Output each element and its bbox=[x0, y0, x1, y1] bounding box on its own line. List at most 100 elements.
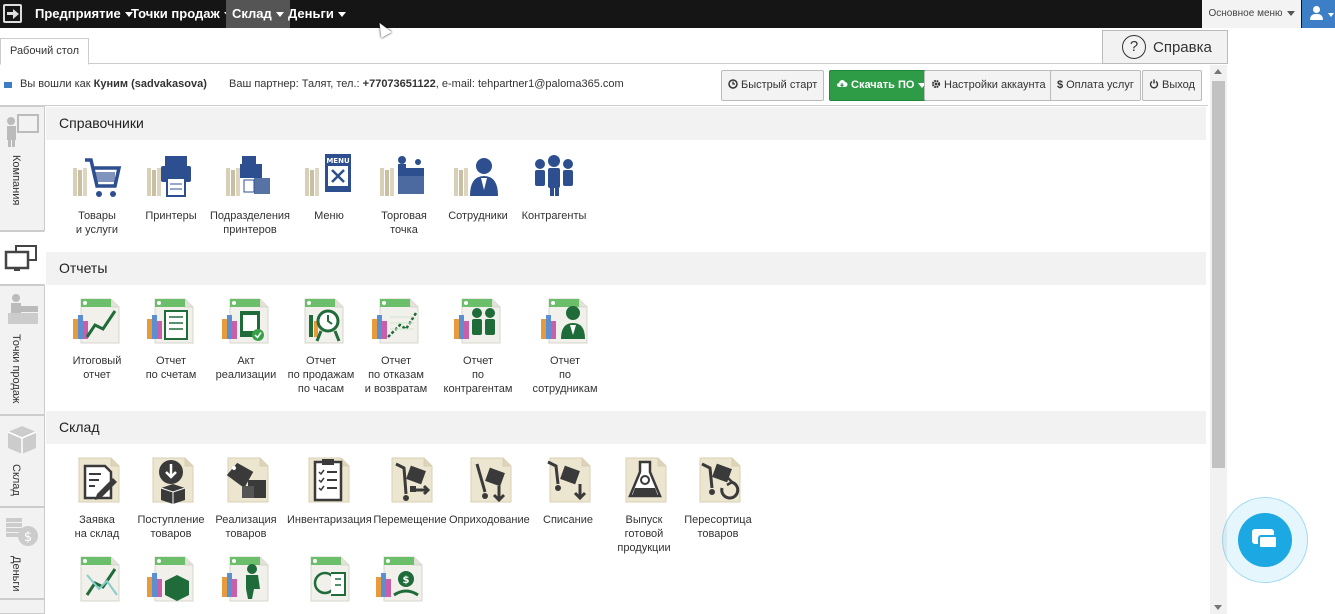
report-tile-label: Отчет по продажам по часам bbox=[287, 355, 355, 395]
sales-act-icon bbox=[222, 298, 269, 344]
question-icon: ? bbox=[1122, 35, 1146, 59]
report-tile[interactable]: Отчет по сотрудникам bbox=[525, 297, 605, 396]
reference-tile-label: Сотрудники bbox=[448, 210, 508, 222]
warehouse-tile[interactable]: Поступление товаров bbox=[131, 456, 211, 541]
regrading-icon bbox=[699, 457, 741, 503]
gear-icon bbox=[931, 79, 941, 89]
tab-desktop[interactable]: Рабочий стол bbox=[0, 38, 89, 65]
warehouse-tile[interactable]: Оприходование bbox=[449, 456, 530, 527]
user-menu-button[interactable] bbox=[1302, 0, 1335, 28]
transfer-icon bbox=[391, 457, 433, 503]
tab-bar: Рабочий стол bbox=[0, 28, 1228, 65]
reference-tile[interactable]: Подразделения принтеров bbox=[210, 152, 290, 237]
nav-sales-points[interactable]: Точки продаж bbox=[125, 0, 238, 28]
nav-warehouse[interactable]: Склад bbox=[226, 0, 290, 28]
movement-report-icon bbox=[80, 556, 120, 602]
reference-tile[interactable]: Торговая точка bbox=[364, 152, 444, 237]
sidebar-item-money[interactable]: $ Деньги bbox=[0, 507, 45, 599]
report-tile[interactable]: Отчет по контрагентам bbox=[438, 297, 518, 396]
report-tile[interactable]: Итоговый отчет bbox=[57, 297, 137, 382]
warehouse-tile-label: Списание bbox=[543, 514, 593, 526]
write-off-icon bbox=[547, 457, 591, 503]
warehouse-tile[interactable]: $ bbox=[360, 555, 440, 606]
scroll-down-icon[interactable] bbox=[1214, 605, 1222, 610]
cashier-icon bbox=[8, 294, 38, 324]
warehouse-tile-label: Инвентаризация bbox=[287, 514, 372, 526]
chat-bubble-icon-back bbox=[1258, 535, 1278, 549]
main-menu-button[interactable]: Основное меню bbox=[1202, 0, 1301, 28]
account-icon bbox=[4, 82, 12, 88]
warehouse-tile[interactable] bbox=[206, 555, 286, 606]
sales-point-icon bbox=[380, 156, 424, 196]
logout-button[interactable]: Выход bbox=[1142, 70, 1202, 101]
power-icon bbox=[1149, 79, 1159, 89]
reference-tile-label: Товары и услуги bbox=[75, 210, 119, 236]
reference-tile-label: Контрагенты bbox=[521, 210, 587, 222]
warehouse-tile[interactable]: Выпуск готовой продукции bbox=[604, 456, 684, 555]
svg-text:MENU: MENU bbox=[326, 157, 350, 165]
reference-tile-label: Меню bbox=[314, 210, 344, 222]
stock-balance-icon bbox=[147, 556, 194, 602]
sidebar-item-desktop[interactable] bbox=[0, 231, 45, 285]
box-icon bbox=[7, 426, 37, 454]
reference-tile[interactable]: Принтеры bbox=[131, 152, 211, 223]
top-navbar: Предприятие Точки продаж Склад Деньги Ос… bbox=[0, 0, 1335, 28]
warehouse-tile[interactable]: Пересортица товаров bbox=[678, 456, 758, 541]
report-tile-label: Итоговый отчет bbox=[72, 355, 122, 381]
chevron-down-icon bbox=[1286, 10, 1295, 16]
sidebar-item-sales-points[interactable]: Точки продаж bbox=[0, 285, 45, 415]
info-bar: Вы вошли как Куним (sadvakasova) Ваш пар… bbox=[0, 65, 1208, 105]
report-tile[interactable]: Отчет по счетам bbox=[131, 297, 211, 382]
chat-button[interactable] bbox=[1238, 513, 1292, 567]
warehouse-tile[interactable]: Перемещение bbox=[370, 456, 450, 527]
report-tile[interactable]: Отчет по продажам по часам bbox=[281, 297, 361, 396]
enter-icon[interactable] bbox=[3, 4, 22, 23]
quick-start-button[interactable]: Быстрый старт bbox=[721, 70, 825, 101]
goods-sale-icon bbox=[226, 457, 269, 503]
clock-icon bbox=[728, 79, 738, 89]
scroll-thumb[interactable] bbox=[1212, 81, 1225, 468]
report-tile[interactable]: Отчет по отказам и возвратам bbox=[356, 297, 436, 396]
help-button[interactable]: ? Справка bbox=[1102, 30, 1228, 64]
nav-enterprise[interactable]: Предприятие bbox=[29, 0, 139, 28]
inventory-icon bbox=[308, 457, 350, 503]
warehouse-tile[interactable]: Реализация товаров bbox=[206, 456, 286, 541]
reference-tile[interactable]: Контрагенты bbox=[514, 152, 594, 223]
warehouse-tile[interactable] bbox=[57, 555, 137, 606]
warehouse-tile[interactable]: Списание bbox=[528, 456, 608, 527]
stock-request-icon bbox=[78, 457, 120, 503]
menu-icon: MENU bbox=[305, 154, 351, 196]
chevron-down-icon bbox=[1328, 13, 1334, 17]
download-software-button[interactable]: Скачать ПО bbox=[829, 70, 934, 101]
employees-report-icon bbox=[541, 298, 588, 344]
contractors-icon bbox=[535, 155, 573, 196]
user-icon bbox=[1313, 6, 1320, 13]
sidebar-item-more[interactable] bbox=[0, 599, 45, 614]
reference-tile[interactable]: Сотрудники bbox=[438, 152, 518, 223]
partner-info: Ваш партнер: Талят, тел.: +77073651122, … bbox=[229, 78, 624, 90]
report-tile[interactable]: Акт реализации bbox=[206, 297, 286, 382]
scroll-up-icon[interactable] bbox=[1214, 69, 1222, 74]
warehouse-tile-label: Оприходование bbox=[449, 514, 530, 526]
warehouse-tile[interactable]: Заявка на склад bbox=[57, 456, 137, 541]
cloud-download-icon bbox=[837, 80, 848, 88]
sidebar-item-company[interactable]: Компания bbox=[0, 106, 45, 231]
reference-tile[interactable]: MENU Меню bbox=[289, 152, 369, 223]
warehouse-tile-label: Заявка на склад bbox=[74, 514, 120, 540]
warehouse-tile[interactable] bbox=[131, 555, 211, 606]
warehouse-tile-label: Пересортица товаров bbox=[684, 514, 752, 540]
sidebar-item-warehouse[interactable]: Склад bbox=[0, 415, 45, 507]
report-icon bbox=[310, 556, 350, 602]
products-icon bbox=[73, 158, 122, 197]
nav-money[interactable]: Деньги bbox=[282, 0, 352, 28]
reference-tile-label: Торговая точка bbox=[381, 210, 427, 236]
login-info: Вы вошли как Куним (sadvakasova) bbox=[20, 78, 207, 90]
payment-button[interactable]: $ Оплата услуг bbox=[1050, 70, 1141, 101]
warehouse-tile[interactable] bbox=[287, 555, 367, 606]
warehouse-tile[interactable]: Инвентаризация bbox=[287, 456, 372, 527]
section-references: Справочники bbox=[46, 107, 1206, 140]
account-settings-button[interactable]: Настройки аккаунта bbox=[924, 70, 1053, 101]
coins-icon: $ bbox=[6, 518, 38, 546]
reference-tile[interactable]: Товары и услуги bbox=[57, 152, 137, 237]
chevron-down-icon bbox=[337, 12, 346, 18]
